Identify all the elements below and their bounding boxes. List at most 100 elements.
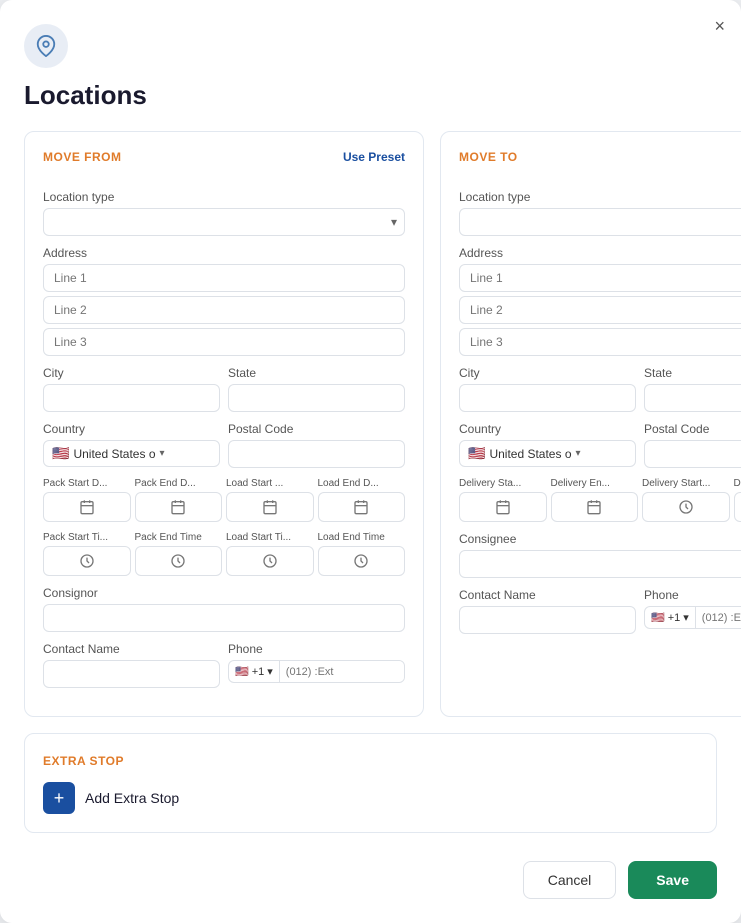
move-to-header: MOVE TO Use Preset (459, 150, 741, 178)
phone-to-wrapper: 🇺🇸 +1 ▾ (644, 606, 741, 629)
address-line3-to[interactable] (459, 328, 741, 356)
load-end-d-label: Load End D... (318, 478, 406, 489)
postal-from-label: Postal Code (228, 422, 405, 436)
address-line1-to[interactable] (459, 264, 741, 292)
delivery-end2-label: Delivery End ... (734, 478, 741, 489)
load-end-d-from: Load End D... (318, 478, 406, 522)
phone-from-input[interactable] (280, 661, 404, 682)
location-type-to-select[interactable] (459, 208, 741, 236)
move-from-section: MOVE FROM Use Preset Location type Addre… (24, 131, 424, 717)
state-to-label: State (644, 366, 741, 380)
location-type-to-wrapper (459, 208, 741, 236)
consignor-from-label: Consignor (43, 586, 405, 600)
pack-start-d-input[interactable] (43, 492, 131, 522)
postal-to-label: Postal Code (644, 422, 741, 436)
location-type-from-wrapper (43, 208, 405, 236)
address-to-group: Address (459, 246, 741, 356)
city-state-to-row: City State (459, 366, 741, 412)
phone-to-prefix[interactable]: 🇺🇸 +1 ▾ (645, 607, 696, 628)
address-line2-to[interactable] (459, 296, 741, 324)
us-flag-to: 🇺🇸 (468, 445, 485, 462)
delivery-end-to: Delivery En... (551, 478, 639, 522)
city-state-from-row: City State (43, 366, 405, 412)
load-start-ti-input[interactable] (226, 546, 314, 576)
pack-load-dates-from: Pack Start D... Pack End D... Load Start… (43, 478, 405, 522)
address-to-label: Address (459, 246, 741, 260)
move-to-section: MOVE TO Use Preset Location type Address (440, 131, 741, 717)
load-end-ti-from: Load End Time (318, 532, 406, 576)
page-title: Locations (24, 80, 717, 111)
pack-start-ti-label: Pack Start Ti... (43, 532, 131, 543)
add-extra-stop-button[interactable]: + Add Extra Stop (43, 782, 179, 814)
consignee-to-input[interactable] (459, 550, 741, 578)
add-extra-stop-label: Add Extra Stop (85, 790, 179, 806)
delivery-start2-input[interactable] (642, 492, 730, 522)
contact-from-group: Contact Name (43, 642, 220, 688)
phone-from-flag: 🇺🇸 (235, 665, 249, 678)
phone-from-group: Phone 🇺🇸 +1 ▾ (228, 642, 405, 688)
save-button[interactable]: Save (628, 861, 717, 899)
phone-from-chevron: ▾ (267, 665, 273, 678)
phone-from-label: Phone (228, 642, 405, 656)
load-start-d-input[interactable] (226, 492, 314, 522)
contact-phone-from-row: Contact Name Phone 🇺🇸 +1 ▾ (43, 642, 405, 688)
country-postal-to-row: Country 🇺🇸 United States o ▾ Postal Code (459, 422, 741, 468)
move-from-header: MOVE FROM Use Preset (43, 150, 405, 178)
country-to-group: Country 🇺🇸 United States o ▾ (459, 422, 636, 468)
contact-from-label: Contact Name (43, 642, 220, 656)
phone-to-input[interactable] (696, 607, 741, 628)
location-type-from-select[interactable] (43, 208, 405, 236)
country-to-text: United States o (489, 447, 571, 461)
extra-stop-title: EXTRA STOP (43, 754, 124, 768)
delivery-end2-to: Delivery End ... (734, 478, 741, 522)
country-to-select[interactable]: 🇺🇸 United States o ▾ (459, 440, 636, 467)
load-start-d-label: Load Start ... (226, 478, 314, 489)
modal-icon (24, 24, 68, 68)
state-to-input[interactable] (644, 384, 741, 412)
city-from-input[interactable] (43, 384, 220, 412)
move-from-title: MOVE FROM (43, 150, 122, 164)
location-type-to-label: Location type (459, 190, 741, 204)
postal-from-input[interactable] (228, 440, 405, 468)
phone-to-group: Phone 🇺🇸 +1 ▾ (644, 588, 741, 634)
country-from-group: Country 🇺🇸 United States o ▾ (43, 422, 220, 468)
consignee-to-group: Consignee (459, 532, 741, 578)
phone-to-code: +1 (668, 612, 681, 624)
pack-start-d-from: Pack Start D... (43, 478, 131, 522)
consignor-from-input[interactable] (43, 604, 405, 632)
contact-from-input[interactable] (43, 660, 220, 688)
state-to-group: State (644, 366, 741, 412)
delivery-end-input[interactable] (551, 492, 639, 522)
use-preset-from-button[interactable]: Use Preset (343, 150, 405, 164)
state-from-group: State (228, 366, 405, 412)
close-button[interactable]: × (714, 16, 725, 37)
load-end-ti-input[interactable] (318, 546, 406, 576)
location-type-from-group: Location type (43, 190, 405, 236)
phone-from-prefix[interactable]: 🇺🇸 +1 ▾ (229, 661, 280, 682)
contact-to-label: Contact Name (459, 588, 636, 602)
contact-to-input[interactable] (459, 606, 636, 634)
country-from-select[interactable]: 🇺🇸 United States o ▾ (43, 440, 220, 467)
pack-start-ti-input[interactable] (43, 546, 131, 576)
modal-container: × Locations MOVE FROM Use Preset Locatio… (0, 0, 741, 923)
load-end-d-input[interactable] (318, 492, 406, 522)
pack-end-ti-label: Pack End Time (135, 532, 223, 543)
load-start-ti-label: Load Start Ti... (226, 532, 314, 543)
state-from-input[interactable] (228, 384, 405, 412)
load-start-ti-from: Load Start Ti... (226, 532, 314, 576)
postal-to-input[interactable] (644, 440, 741, 468)
delivery-start-input[interactable] (459, 492, 547, 522)
country-from-text: United States o (73, 447, 155, 461)
delivery-end2-input[interactable] (734, 492, 741, 522)
address-line3-from[interactable] (43, 328, 405, 356)
pack-end-ti-input[interactable] (135, 546, 223, 576)
pack-end-d-input[interactable] (135, 492, 223, 522)
contact-phone-to-row: Contact Name Phone 🇺🇸 +1 ▾ (459, 588, 741, 634)
sections-row: MOVE FROM Use Preset Location type Addre… (24, 131, 717, 717)
address-line1-from[interactable] (43, 264, 405, 292)
cancel-button[interactable]: Cancel (523, 861, 617, 899)
consignee-to-label: Consignee (459, 532, 741, 546)
city-from-group: City (43, 366, 220, 412)
address-line2-from[interactable] (43, 296, 405, 324)
city-to-input[interactable] (459, 384, 636, 412)
